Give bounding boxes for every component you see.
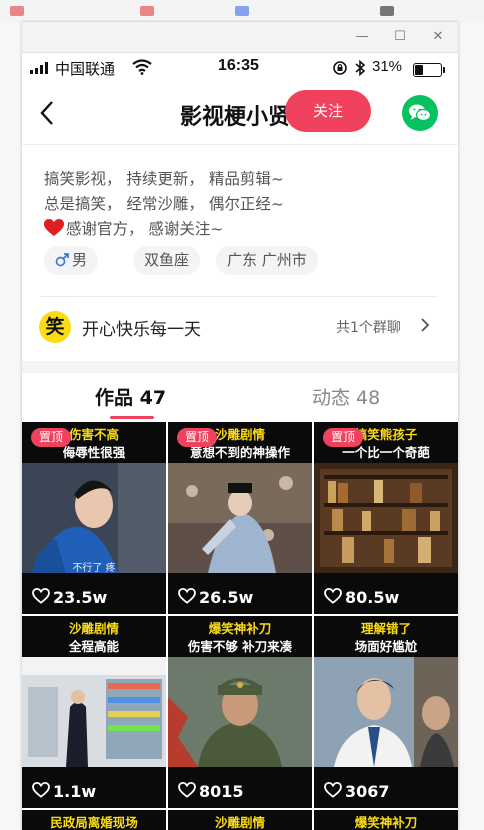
profile-nav-bar: 影视梗小贤 关注 (22, 84, 458, 144)
desktop-icon (10, 6, 24, 16)
close-button[interactable]: ✕ (428, 28, 448, 46)
video-likes: 23.5w (32, 587, 107, 608)
video-thumbnail (314, 463, 458, 573)
bio-line-2: 总是搞笑， 经常沙雕， 偶尔正经~ (44, 195, 284, 213)
desktop-icon (140, 6, 154, 16)
location-tag: 广东 广州市 (216, 246, 318, 275)
group-avatar: 笑 (39, 311, 71, 343)
video-tile[interactable]: 搞笑熊孩子 一个比一个奇葩 置顶 80.5w (314, 422, 458, 614)
heart-outline-icon (178, 587, 196, 604)
battery-icon (413, 63, 445, 77)
heart-outline-icon (178, 781, 196, 798)
pinned-badge: 置顶 (31, 428, 71, 447)
desktop-icon (235, 6, 249, 16)
video-tile[interactable]: 爆笑神补刀 伤害不够 补刀来凑 8015 (168, 616, 312, 808)
status-time: 16:35 (218, 57, 259, 74)
video-caption-top: 民政局离婚现场 (50, 815, 138, 830)
battery-percent: 31% (372, 58, 403, 75)
video-subtitle: 不行了 疼 (72, 563, 116, 574)
minimize-button[interactable]: — (352, 28, 372, 46)
likes-count: 8015 (199, 782, 244, 801)
divider (40, 296, 438, 297)
likes-count: 1.1w (53, 782, 97, 801)
section-gap (22, 361, 458, 373)
video-tile[interactable]: 沙雕剧情 全程高能 1.1w (22, 616, 166, 808)
fan-group-row[interactable]: 笑 开心快乐每一天 共1个群聊 (22, 307, 458, 351)
group-count: 共1个群聊 (336, 320, 401, 336)
video-tile[interactable]: 伤害不高 侮辱性很强 不行了 疼 置顶 23.5w (22, 422, 166, 614)
background-window-edge (0, 22, 22, 830)
active-tab-indicator (110, 416, 154, 419)
video-caption-top: 爆笑神补刀 (208, 621, 272, 636)
video-likes: 80.5w (324, 587, 399, 608)
heart-outline-icon (324, 781, 342, 798)
profile-tabs: 作品 47 动态 48 (22, 373, 458, 421)
likes-count: 80.5w (345, 588, 400, 607)
chevron-right-icon (421, 318, 430, 332)
likes-count: 3067 (345, 782, 390, 801)
video-tile[interactable]: 爆笑神补刀 (314, 810, 458, 830)
video-grid: 伤害不高 侮辱性很强 不行了 疼 置顶 23.5w 沙雕剧情 意想不到的神操作 (22, 422, 458, 830)
tab-posts[interactable]: 动态 48 (312, 383, 380, 410)
video-tile[interactable]: 民政局离婚现场 (22, 810, 166, 830)
video-thumbnail (314, 657, 458, 767)
tab-works[interactable]: 作品 47 (95, 383, 166, 410)
follow-button[interactable]: 关注 (285, 90, 371, 132)
video-likes: 26.5w (178, 587, 253, 608)
bio-line-3-text: 感谢官方， 感谢关注~ (66, 220, 224, 238)
background-window-edge (458, 22, 484, 830)
desktop-icon (380, 6, 394, 16)
video-tile[interactable]: 沙雕剧情 (168, 810, 312, 830)
heart-icon (44, 219, 64, 236)
video-caption-bottom: 全程高能 (68, 639, 119, 654)
heart-outline-icon (32, 781, 50, 798)
background-desktop-strip (0, 0, 484, 22)
bluetooth-icon (355, 59, 366, 77)
video-likes: 1.1w (32, 781, 96, 802)
window-titlebar: — ☐ ✕ (22, 22, 458, 53)
gender-tag: 男 (44, 246, 99, 275)
video-caption-bottom: 伤害不够 补刀来凑 (187, 639, 293, 654)
divider (22, 144, 458, 145)
chevron-left-icon[interactable] (36, 98, 60, 128)
bio-line-3: 感谢官方， 感谢关注~ (44, 217, 223, 239)
video-thumbnail (168, 657, 312, 767)
likes-count: 26.5w (199, 588, 254, 607)
video-caption-bottom: 场面好尴尬 (354, 639, 418, 654)
pinned-badge: 置顶 (177, 428, 217, 447)
video-thumbnail (168, 463, 312, 573)
bio-line-1: 搞笑影视， 持续更新， 精品剪辑~ (44, 170, 284, 188)
video-likes: 3067 (324, 781, 390, 802)
wechat-icon[interactable] (402, 95, 438, 131)
male-icon (55, 253, 69, 267)
zodiac-tag: 双鱼座 (133, 246, 201, 275)
phone-status-bar: 中国联通 16:35 31% (22, 53, 458, 83)
heart-outline-icon (324, 587, 342, 604)
video-caption-top: 沙雕剧情 (214, 815, 265, 830)
video-caption-top: 理解错了 (360, 621, 411, 636)
video-tile[interactable]: 沙雕剧情 意想不到的神操作 置顶 26.5w (168, 422, 312, 614)
video-caption-top: 爆笑神补刀 (354, 815, 418, 830)
likes-count: 23.5w (53, 588, 108, 607)
wifi-icon (132, 59, 152, 75)
gender-tag-label: 男 (72, 251, 88, 269)
video-thumbnail (22, 657, 166, 767)
video-likes: 8015 (178, 781, 244, 802)
group-name: 开心快乐每一天 (82, 320, 201, 340)
pinned-badge: 置顶 (323, 428, 363, 447)
video-thumbnail (22, 463, 166, 573)
maximize-button[interactable]: ☐ (390, 28, 410, 46)
video-caption-top: 沙雕剧情 (68, 621, 119, 636)
signal-icon (30, 62, 50, 74)
app-window: — ☐ ✕ 中国联通 16:35 31% 影视梗小贤 关注 搞笑影视， 持续更新… (22, 22, 458, 830)
orientation-lock-icon (333, 61, 347, 75)
heart-outline-icon (32, 587, 50, 604)
carrier-name: 中国联通 (55, 60, 116, 78)
video-tile[interactable]: 理解错了 场面好尴尬 3067 (314, 616, 458, 808)
